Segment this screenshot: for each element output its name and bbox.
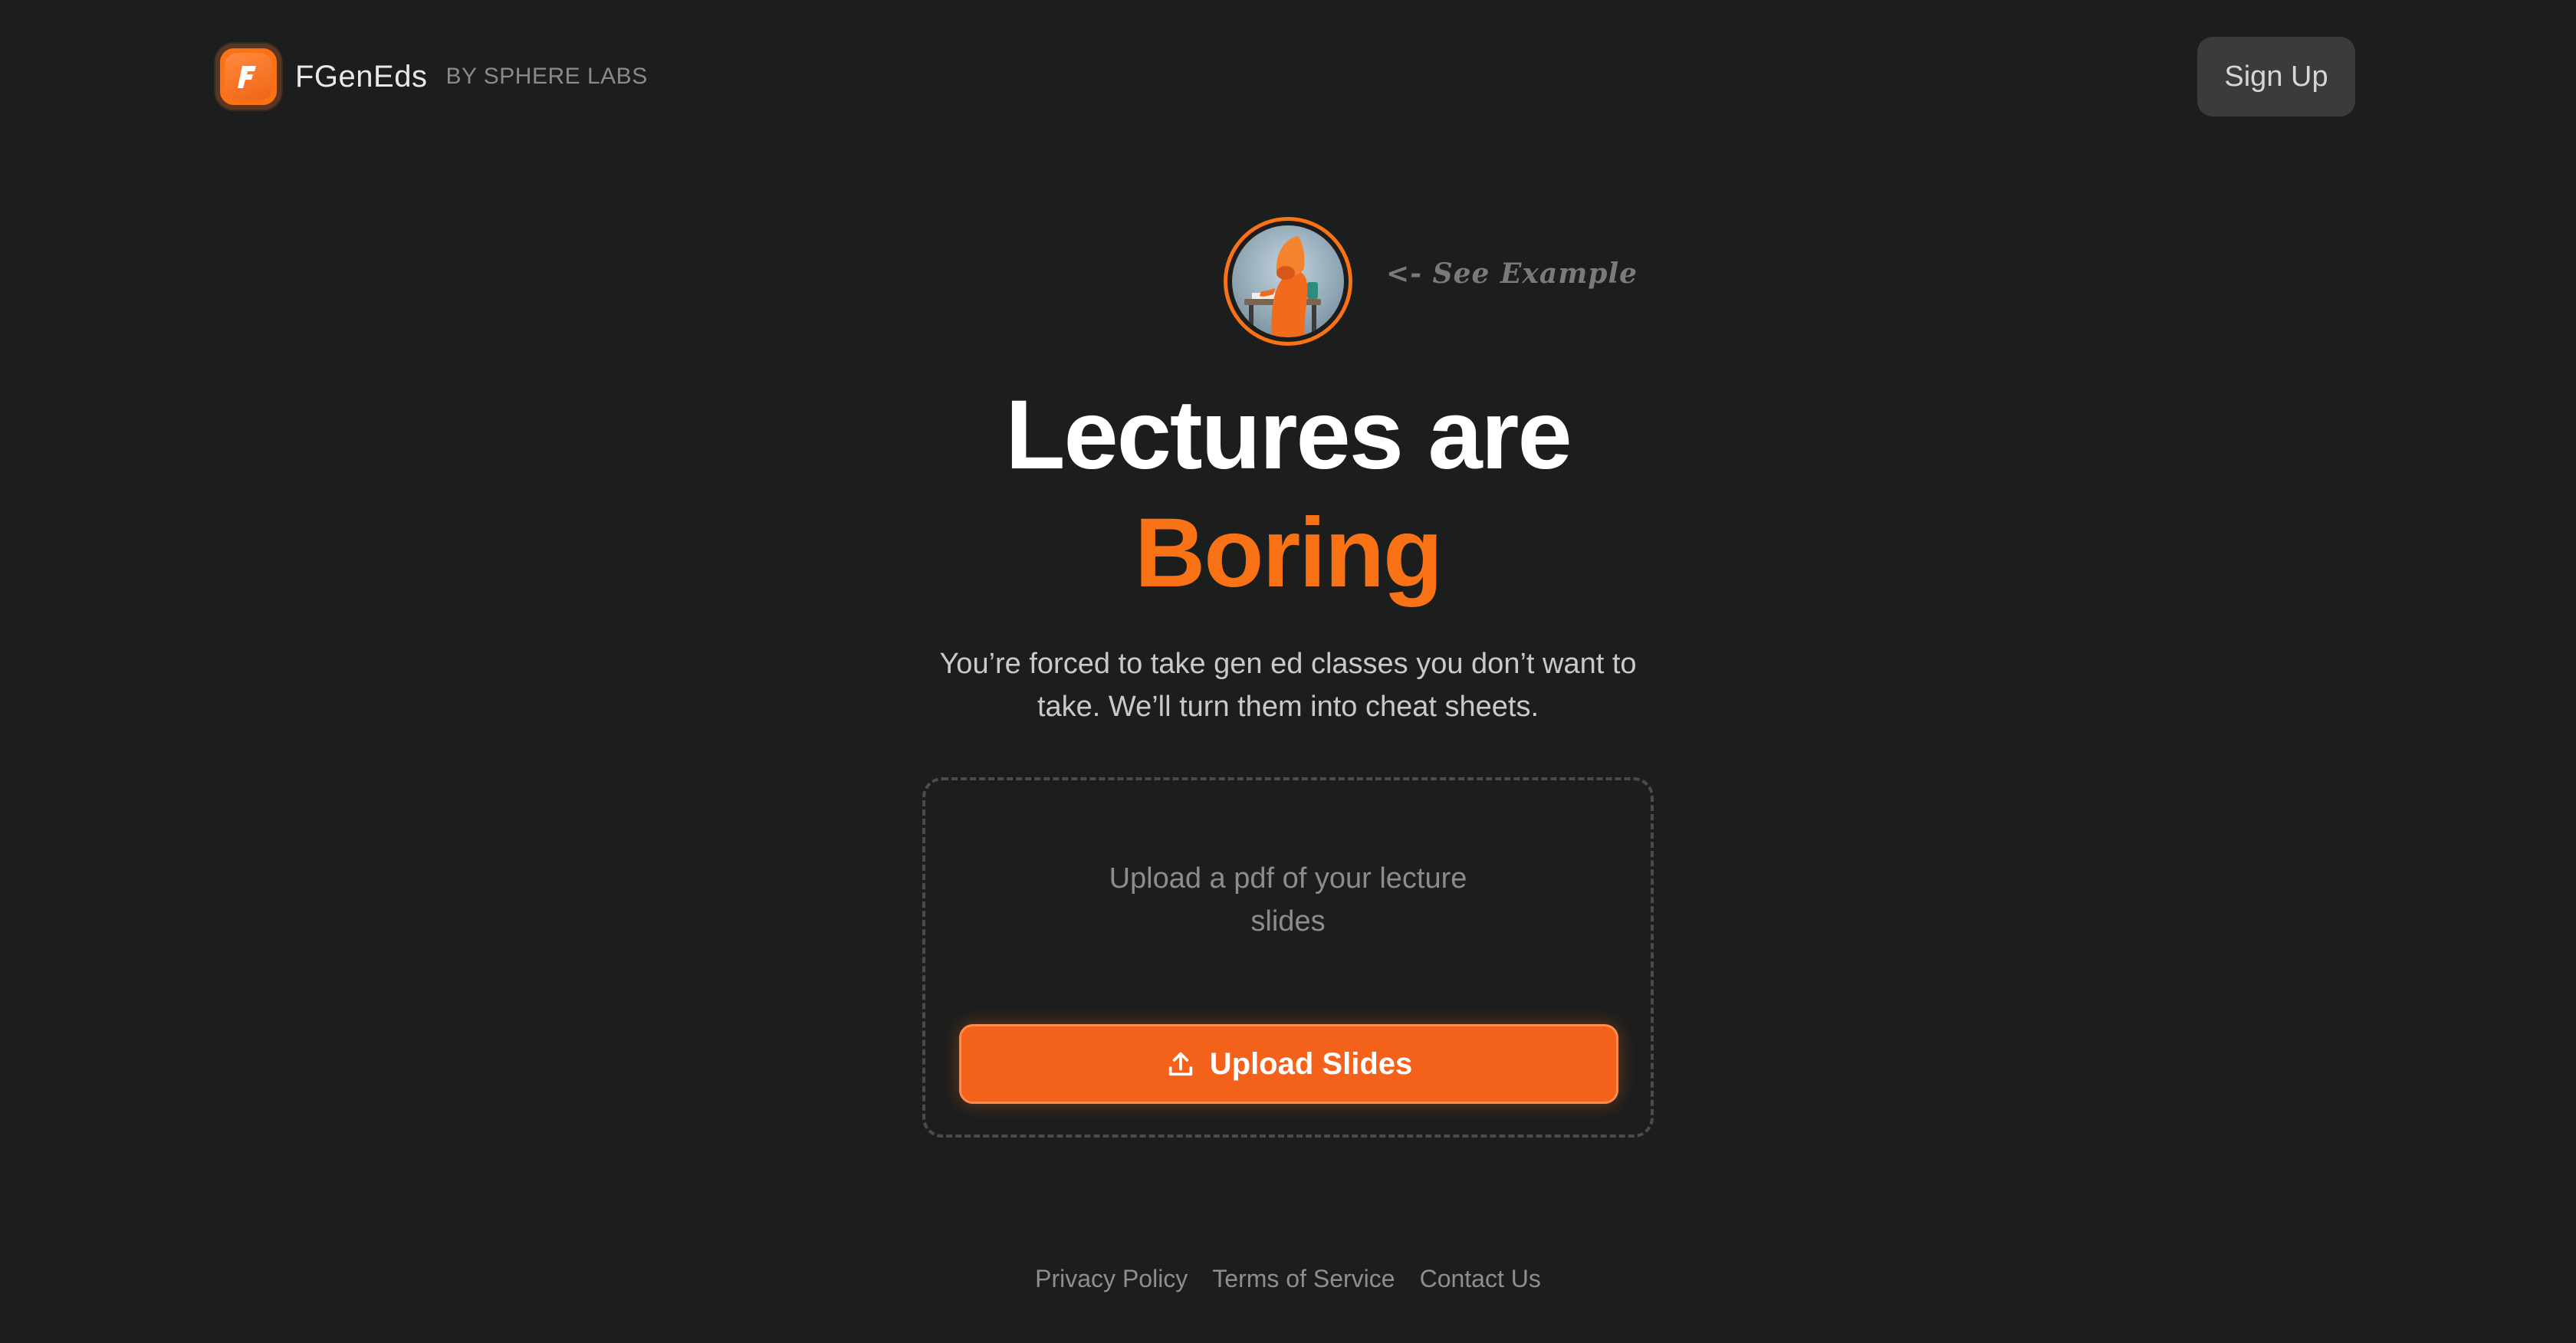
brand-byline: BY SPHERE LABS [445, 64, 648, 89]
upload-hint-text: Upload a pdf of your lecture slides [1109, 862, 1467, 937]
terms-of-service-link[interactable]: Terms of Service [1212, 1265, 1395, 1293]
see-example-link[interactable]: <- See Example [1386, 258, 1638, 290]
site-footer: Privacy Policy Terms of Service Contact … [0, 1265, 2576, 1293]
hero-subtitle: You’re forced to take gen ed classes you… [939, 648, 1637, 723]
contact-us-link[interactable]: Contact Us [1420, 1265, 1541, 1293]
headline-accent: Boring [1134, 498, 1443, 608]
headline-primary: Lectures are [1005, 380, 1572, 490]
mascot-avatar-icon [1232, 225, 1344, 337]
upload-button-label: Upload Slides [1209, 1046, 1413, 1081]
brand[interactable]: FGenEds BY SPHERE LABS [215, 43, 648, 110]
app-logo-icon [215, 44, 281, 110]
sign-up-button[interactable]: Sign Up [2197, 37, 2355, 117]
upload-slides-button[interactable]: Upload Slides [959, 1024, 1618, 1104]
upload-dropzone[interactable]: Upload a pdf of your lecture slides Uplo… [922, 777, 1654, 1138]
privacy-policy-link[interactable]: Privacy Policy [1035, 1265, 1188, 1293]
upload-icon [1165, 1049, 1196, 1079]
example-avatar[interactable] [1224, 217, 1352, 346]
brand-name: FGenEds [295, 59, 428, 94]
site-header: FGenEds BY SPHERE LABS Sign Up [0, 0, 2576, 153]
